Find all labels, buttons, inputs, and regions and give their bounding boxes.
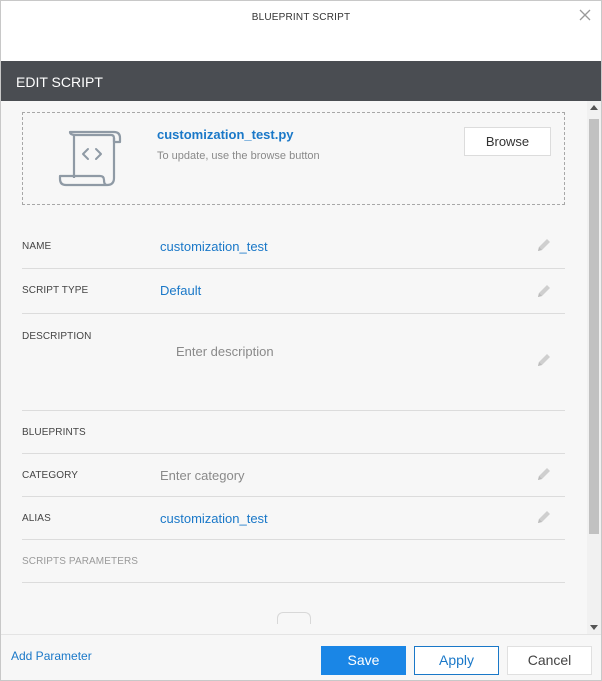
browse-button[interactable]: Browse (464, 127, 551, 156)
name-value[interactable]: customization_test (160, 239, 268, 254)
pencil-icon[interactable] (535, 236, 553, 254)
category-label: CATEGORY (22, 470, 78, 481)
alias-label: ALIAS (22, 513, 51, 524)
add-parameter-link[interactable]: Add Parameter (11, 649, 92, 663)
script-type-value[interactable]: Default (160, 283, 201, 298)
scroll-indicator-tab[interactable] (277, 612, 311, 624)
pencil-icon[interactable] (535, 351, 553, 369)
pencil-icon[interactable] (535, 282, 553, 300)
script-type-label: SCRIPT TYPE (22, 285, 89, 296)
scripts-parameters-row: SCRIPTS PARAMETERS (22, 540, 565, 583)
category-field-row: CATEGORY Enter category (22, 454, 565, 497)
category-input[interactable]: Enter category (160, 468, 245, 483)
pencil-icon[interactable] (535, 508, 553, 526)
script-type-field-row: SCRIPT TYPE Default (22, 269, 565, 314)
close-icon[interactable] (577, 7, 593, 23)
upload-hint: To update, use the browse button (157, 150, 320, 162)
scrollbar-thumb[interactable] (589, 119, 599, 534)
vertical-scrollbar[interactable] (587, 101, 601, 634)
description-label: DESCRIPTION (22, 331, 92, 342)
alias-value[interactable]: customization_test (160, 511, 268, 526)
description-input[interactable]: Enter description (176, 344, 274, 359)
form-scroll-area: customization_test.py To update, use the… (1, 101, 601, 634)
script-upload-box: customization_test.py To update, use the… (22, 112, 565, 205)
pencil-icon[interactable] (535, 465, 553, 483)
name-label: NAME (22, 241, 52, 252)
dialog-title: BLUEPRINT SCRIPT (251, 12, 351, 23)
blueprints-label: BLUEPRINTS (22, 427, 86, 438)
script-file-icon (58, 130, 122, 187)
apply-button[interactable]: Apply (414, 646, 499, 675)
scripts-parameters-label: SCRIPTS PARAMETERS (22, 556, 139, 567)
scroll-down-arrow-icon[interactable] (590, 625, 598, 630)
blueprint-script-dialog: BLUEPRINT SCRIPT EDIT SCRIPT customizati… (0, 0, 602, 681)
alias-field-row: ALIAS customization_test (22, 497, 565, 540)
uploaded-file-name: customization_test.py (157, 127, 294, 142)
dialog-footer: Add Parameter Save Apply Cancel (1, 634, 601, 680)
section-title: EDIT SCRIPT (16, 74, 103, 90)
scroll-up-arrow-icon[interactable] (590, 105, 598, 110)
dialog-titlebar: BLUEPRINT SCRIPT (1, 1, 601, 61)
cancel-button[interactable]: Cancel (507, 646, 592, 675)
save-button[interactable]: Save (321, 646, 406, 675)
edit-script-header: EDIT SCRIPT (1, 61, 601, 101)
description-field-row: DESCRIPTION Enter description (22, 314, 565, 411)
name-field-row: NAME customization_test (22, 221, 565, 269)
blueprints-field-row: BLUEPRINTS (22, 411, 565, 454)
